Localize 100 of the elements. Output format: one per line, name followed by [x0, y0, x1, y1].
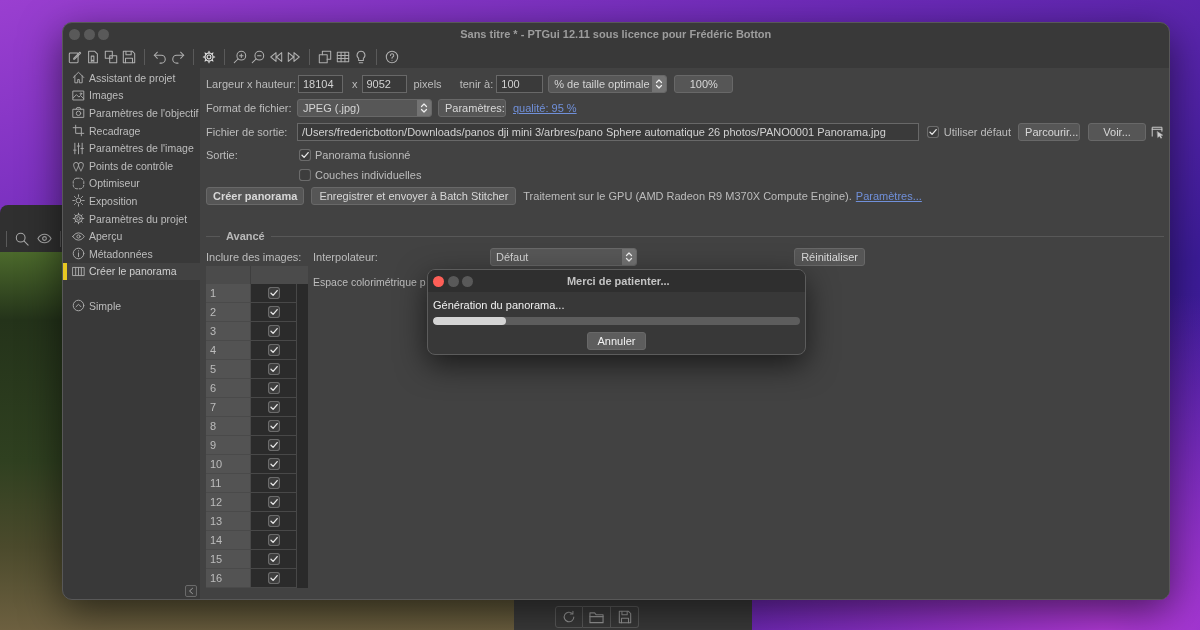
- field-label: Format de fichier:: [206, 101, 293, 115]
- gpu-settings-link[interactable]: Paramètres...: [855, 189, 922, 203]
- image-icon: [72, 88, 85, 102]
- up-down-arrows-icon: [417, 100, 431, 116]
- copy-icon[interactable]: [104, 49, 118, 64]
- windows-icon[interactable]: [318, 49, 332, 64]
- eye-icon[interactable]: [37, 231, 52, 246]
- row-number: 14: [206, 531, 250, 550]
- save-button[interactable]: [611, 606, 639, 628]
- crop-icon: [72, 124, 85, 138]
- row-number: 3: [206, 322, 250, 341]
- gpu-info-text: Traitement sur le GPU (AMD Radeon R9 M370X Compute Engine).: [523, 189, 852, 203]
- zoom-out-icon[interactable]: [251, 49, 265, 64]
- sidebar-item[interactable]: Aperçu: [63, 227, 200, 245]
- fit-mode-dropdown[interactable]: % de taille optimale: [548, 75, 668, 93]
- sidebar-item[interactable]: Optimiseur: [63, 174, 200, 193]
- mode-toggle[interactable]: Simple: [63, 297, 200, 315]
- checkbox[interactable]: [267, 515, 280, 527]
- row-number: 11: [206, 474, 250, 493]
- save-icon[interactable]: [122, 49, 136, 64]
- sidebar-item[interactable]: Images: [63, 86, 200, 105]
- redo-icon[interactable]: [171, 49, 185, 64]
- width-field[interactable]: 18104: [298, 75, 343, 93]
- lightbulb-icon[interactable]: [354, 49, 368, 64]
- refresh-icon: [562, 610, 576, 624]
- row-number: 12: [206, 493, 250, 512]
- checkbox[interactable]: [267, 458, 280, 470]
- sidebar-item[interactable]: Paramètres de l'objectif: [63, 104, 200, 122]
- interpolator-dropdown[interactable]: Défaut: [490, 248, 637, 266]
- folder-button[interactable]: [583, 606, 611, 628]
- checkbox[interactable]: [267, 572, 280, 584]
- edit-icon[interactable]: [68, 49, 82, 64]
- format-settings-button[interactable]: Paramètres:: [438, 99, 506, 117]
- checkbox[interactable]: [267, 477, 280, 489]
- settings-icon[interactable]: [202, 49, 216, 64]
- sidebar-item[interactable]: Paramètres du projet: [63, 209, 200, 228]
- columns-icon: [72, 264, 85, 278]
- height-field[interactable]: 9052: [361, 75, 407, 93]
- cancel-button[interactable]: Annuler: [587, 332, 646, 350]
- checkbox[interactable]: [267, 287, 280, 299]
- sidebar-item[interactable]: Exposition: [63, 192, 200, 210]
- zoom-in-icon[interactable]: [233, 49, 247, 64]
- row-number: 10: [206, 455, 250, 474]
- fit-field[interactable]: 100: [496, 75, 544, 93]
- checkbox[interactable]: [926, 126, 939, 138]
- quality-link[interactable]: qualité: 95 %: [513, 101, 577, 115]
- checkbox[interactable]: [267, 420, 280, 432]
- checkbox[interactable]: [299, 169, 311, 181]
- row-number: 9: [206, 436, 250, 455]
- rewind-icon[interactable]: [269, 49, 283, 64]
- grid-icon[interactable]: [336, 49, 350, 64]
- sidebar-item[interactable]: Recadrage: [63, 121, 200, 140]
- percent-button[interactable]: 100%: [674, 75, 734, 93]
- view-button[interactable]: Voir...: [1088, 123, 1147, 141]
- sidebar-item[interactable]: Métadonnées: [63, 244, 200, 263]
- undo-icon[interactable]: [153, 49, 167, 64]
- row-number: 7: [206, 398, 250, 417]
- checkbox[interactable]: [267, 534, 280, 546]
- sidebar-item[interactable]: Points de contrôle: [63, 156, 200, 175]
- browse-button[interactable]: Parcourir...: [1018, 123, 1081, 141]
- up-down-arrows-icon: [652, 76, 667, 92]
- checkbox[interactable]: [299, 149, 311, 161]
- unit-label: pixels: [413, 77, 442, 91]
- sidebar-item[interactable]: Créer le panorama: [63, 262, 200, 281]
- checkbox[interactable]: [267, 363, 280, 375]
- sidebar-item[interactable]: Paramètres de l'image: [63, 139, 200, 157]
- help-icon[interactable]: [385, 49, 399, 64]
- refresh-button[interactable]: [555, 606, 583, 628]
- checkbox[interactable]: [267, 553, 280, 565]
- checkbox[interactable]: [267, 306, 280, 318]
- sidebar-collapse-button[interactable]: [185, 585, 197, 597]
- checkbox[interactable]: [267, 325, 280, 337]
- sun-icon: [72, 194, 85, 208]
- home-icon: [72, 71, 85, 85]
- checkbox[interactable]: [267, 401, 280, 413]
- output-path-field[interactable]: /Users/fredericbotton/Downloads/panos dji mini 3/arbres/pano Sphere automatique 26 photos/PANO0001 Panorama.jpg: [297, 123, 919, 141]
- field-label: Sortie:: [206, 148, 239, 162]
- checkbox[interactable]: [267, 496, 280, 508]
- checkbox[interactable]: [267, 439, 280, 451]
- window-title: Sans titre * - PTGui 12.11 sous licence pour Frédéric Botton: [459, 27, 773, 41]
- checkbox-label: Utiliser défaut: [943, 125, 1012, 139]
- field-label: Inclure des images:: [206, 250, 303, 265]
- sidebar-item[interactable]: Assistant de projet: [63, 69, 200, 87]
- reset-button[interactable]: Réinitialiser: [794, 248, 865, 266]
- field-label: Interpolateur:: [313, 250, 379, 264]
- search-icon[interactable]: [15, 231, 29, 246]
- row-number: 4: [206, 341, 250, 360]
- fast-forward-icon[interactable]: [287, 49, 301, 64]
- document-icon[interactable]: [86, 49, 100, 64]
- window-close-button[interactable]: [433, 275, 444, 287]
- create-panorama-button[interactable]: Créer panorama: [206, 187, 305, 205]
- progress-message: Génération du panorama...: [433, 298, 566, 312]
- batch-stitcher-button[interactable]: Enregistrer et envoyer à Batch Stitcher: [311, 187, 517, 205]
- times-sign: x: [352, 77, 358, 91]
- format-dropdown[interactable]: JPEG (.jpg): [297, 99, 432, 117]
- checkbox[interactable]: [267, 382, 280, 394]
- dialog-title: Merci de patienter...: [565, 274, 671, 288]
- window-cursor-icon[interactable]: [1151, 125, 1164, 139]
- checkbox[interactable]: [267, 344, 280, 356]
- field-label: Largeur x hauteur:: [206, 77, 297, 91]
